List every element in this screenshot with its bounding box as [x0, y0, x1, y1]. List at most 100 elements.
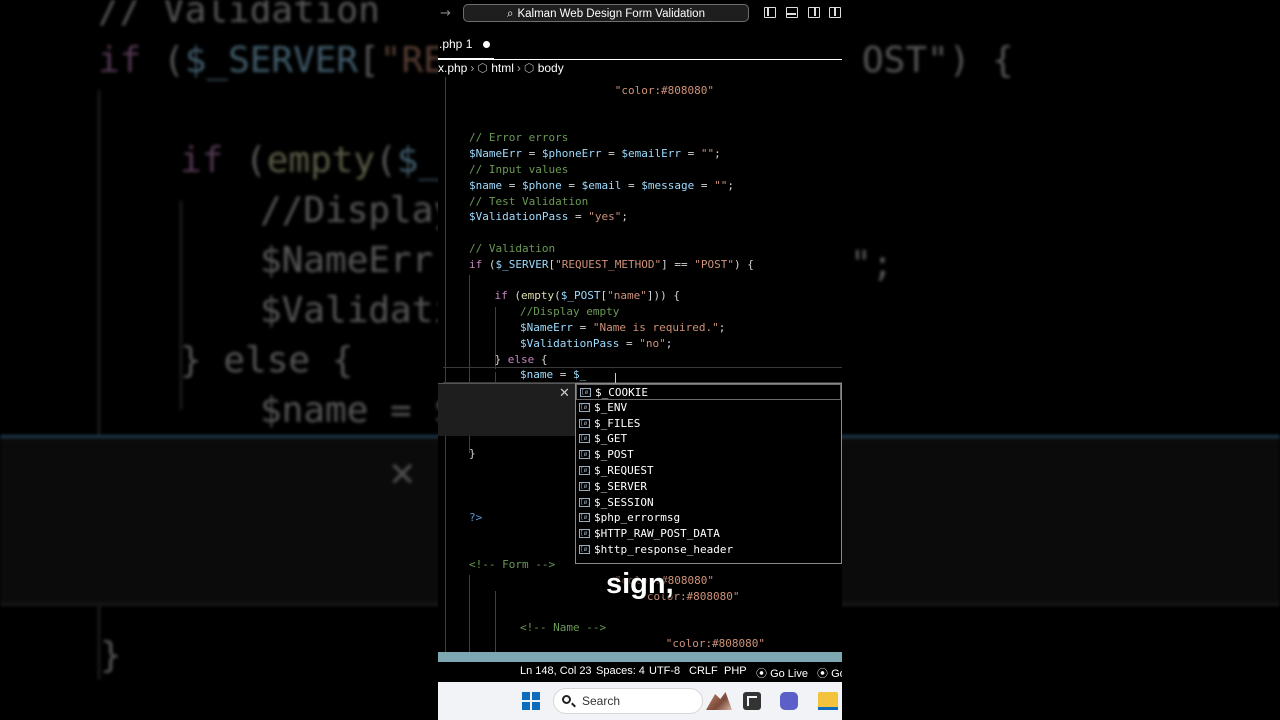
editor-window: → ⌕ Kalman Web Design Form Validation .ph…: [438, 0, 842, 720]
bg-line: $NameErr: [260, 240, 434, 281]
teams-chat-icon[interactable]: [780, 692, 798, 710]
chevron-right-icon: ›: [516, 61, 521, 75]
suggestion-label: $_POST: [594, 448, 634, 462]
suggestion-label: $php_errormsg: [594, 511, 681, 525]
suggestion-item[interactable]: [ø] $_COOKIE: [576, 384, 841, 400]
bg-line: } else {: [180, 340, 354, 381]
bg-line: if ($_SERVER["REQ: [98, 40, 467, 81]
suggestion-label: $_REQUEST: [594, 463, 654, 477]
taskbar: Search: [438, 682, 842, 720]
suggestion-item[interactable]: [ø] $_ENV: [576, 400, 841, 416]
status-cursor-position[interactable]: Ln 148, Col 23: [520, 665, 592, 677]
suggestion-label: $HTTP_RAW_POST_DATA: [594, 527, 720, 541]
unsaved-dot-icon: [483, 41, 490, 48]
suggestion-item[interactable]: [ø] $HTTP_RAW_POST_DATA: [576, 526, 841, 542]
close-icon: ✕: [388, 455, 417, 495]
status-go-live[interactable]: ⦿ Go Live: [756, 665, 808, 681]
tab-label: .php 1: [439, 37, 473, 51]
suggestion-label: $_SESSION: [594, 495, 654, 509]
editor-tab[interactable]: .php 1: [438, 30, 494, 59]
status-encoding[interactable]: UTF-8: [649, 665, 680, 677]
code-icon: ⬡: [523, 61, 535, 75]
task-view-icon[interactable]: [743, 692, 761, 710]
status-extra[interactable]: ⦿ Go: [817, 665, 842, 681]
status-language[interactable]: PHP: [724, 665, 747, 677]
variable-icon: [ø]: [579, 544, 591, 554]
bg-line: OST") {: [862, 40, 1014, 81]
suggestion-item[interactable]: [ø] $_GET: [576, 431, 841, 447]
suggestion-label: $_COOKIE: [595, 386, 648, 399]
breadcrumb-html[interactable]: html: [491, 60, 514, 76]
variable-icon: [ø]: [579, 513, 591, 523]
suggestion-item[interactable]: [ø] $http_response_header: [576, 542, 841, 558]
code-line: $NameErr = $phoneErr = $emailErr = "";: [469, 147, 721, 161]
variable-icon: [ø]: [579, 465, 591, 475]
code-line: $name = $_: [520, 368, 587, 382]
suggestion-item[interactable]: [ø] $_REQUEST: [576, 463, 841, 479]
bg-line: // Validation: [98, 0, 380, 31]
suggestion-item[interactable]: [ø] $_POST: [576, 447, 841, 463]
variable-icon: [ø]: [579, 529, 591, 539]
suggestion-widget[interactable]: [ø] $_COOKIE [ø] $_ENV [ø] $_FILES [ø] $_GET [ø]…: [575, 383, 842, 564]
code-line: "color:#9cdcfe">style="color:#808080"><"…: [469, 84, 842, 97]
breadcrumb: x.php › ⬡ html › ⬡ body: [438, 59, 842, 78]
code-line: // Input values: [469, 163, 569, 176]
suggestion-item[interactable]: [ø] $_SESSION: [576, 495, 841, 511]
current-line-highlight: [443, 367, 842, 383]
code-line: $ValidationPass = "yes";: [469, 210, 628, 224]
code-icon: ⬡: [477, 61, 488, 75]
suggestion-label: $_GET: [594, 432, 628, 446]
toggle-sidebar-icon[interactable]: [764, 7, 776, 18]
variable-icon: [ø]: [579, 497, 591, 507]
bg-line: }: [100, 635, 122, 676]
text-cursor: [615, 373, 616, 383]
taskbar-search[interactable]: Search: [553, 688, 703, 714]
video-caption: sign,: [606, 568, 674, 600]
code-line: $ValidationPass = "no";: [520, 336, 673, 350]
bg-line: //Display: [260, 190, 456, 231]
windows-start-icon[interactable]: [522, 692, 540, 710]
command-center[interactable]: ⌕ Kalman Web Design Form Validation: [463, 4, 749, 22]
code-line: if (empty($_POST["name"])) {: [494, 289, 681, 303]
close-icon[interactable]: ✕: [559, 386, 570, 401]
broadcast-icon: ⦿: [817, 668, 828, 680]
broadcast-icon: ⦿: [756, 668, 767, 680]
suggestion-label: $_ENV: [594, 400, 628, 414]
variable-icon: [ø]: [579, 434, 591, 444]
suggestion-item[interactable]: [ø] $_SERVER: [576, 479, 841, 495]
widget-image-icon[interactable]: [706, 692, 732, 710]
code-line: <!-- Name -->: [520, 621, 607, 635]
forward-arrow-icon[interactable]: →: [440, 6, 451, 21]
toggle-panel-icon[interactable]: [786, 7, 798, 18]
command-center-text: Kalman Web Design Form Validation: [517, 8, 705, 20]
bg-line: if (empty($_P: [180, 140, 462, 181]
suggestion-item[interactable]: [ø] $_FILES: [576, 416, 841, 432]
code-editor[interactable]: "color:#9cdcfe">style="color:#808080"><"…: [438, 77, 842, 652]
code-line: <!-- Form -->: [469, 558, 556, 571]
toggle-secondary-sidebar-icon[interactable]: [808, 7, 820, 18]
status-bar: Ln 148, Col 23 Spaces: 4 UTF-8 CRLF PHP …: [438, 652, 842, 682]
search-icon: [562, 695, 571, 704]
indent-guide: [445, 77, 446, 652]
customize-layout-icon[interactable]: [829, 7, 841, 18]
code-line: ?>: [469, 510, 483, 524]
variable-icon: [ø]: [579, 481, 591, 491]
suggestion-label: $_FILES: [594, 416, 641, 430]
extra-label: Go: [831, 668, 842, 680]
status-eol[interactable]: CRLF: [689, 665, 718, 677]
file-explorer-icon[interactable]: [818, 692, 838, 710]
code-line: $NameErr = "Name is required.";: [520, 321, 726, 334]
code-line: <?php: [469, 115, 503, 129]
status-indentation[interactable]: Spaces: 4: [596, 665, 645, 677]
code-line: // Error errors: [469, 131, 569, 145]
go-live-label: Go Live: [770, 668, 808, 680]
bg-line: $name = $: [260, 390, 456, 431]
variable-icon: [ø]: [579, 450, 591, 460]
suggestion-item[interactable]: [ø] $php_errormsg: [576, 510, 841, 526]
code-line: // Test Validation: [469, 194, 589, 208]
taskbar-search-label: Search: [582, 694, 621, 708]
code-line: //Display empty: [520, 305, 620, 319]
breadcrumb-file[interactable]: x.php: [438, 60, 467, 76]
breadcrumb-body[interactable]: body: [538, 60, 564, 76]
peek-panel: ✕: [438, 383, 576, 436]
